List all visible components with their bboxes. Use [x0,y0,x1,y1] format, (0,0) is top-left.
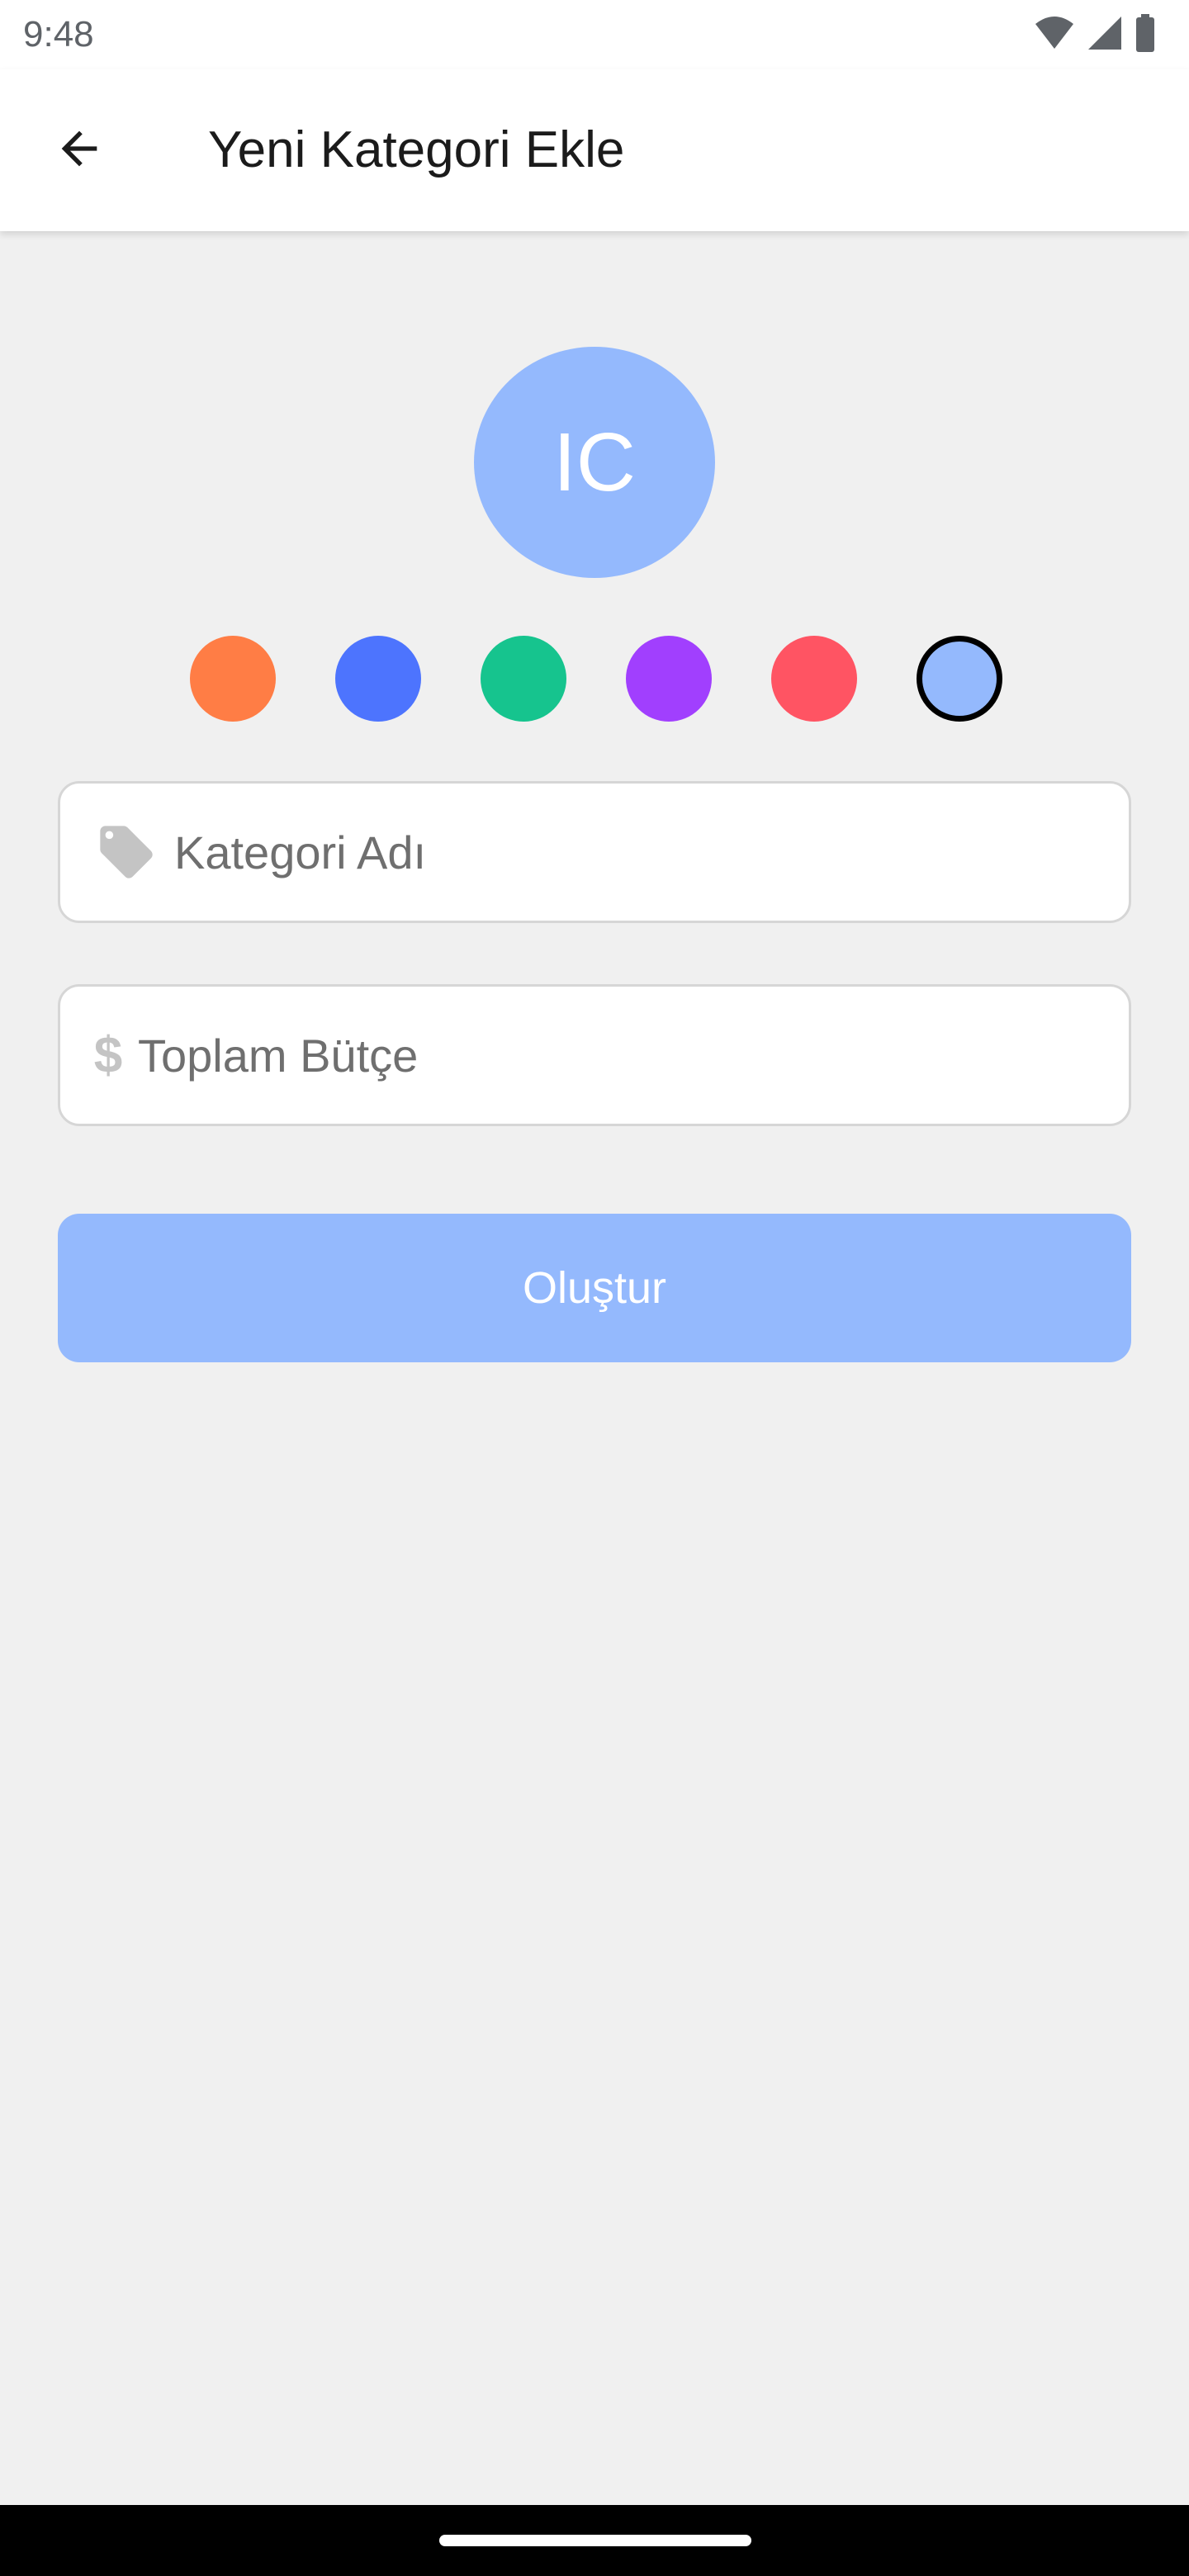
home-gesture-handle[interactable] [439,2535,751,2546]
arrow-back-icon [53,122,106,179]
battery-icon [1135,13,1156,56]
app-bar: Yeni Kategori Ekle [0,69,1189,231]
cellular-signal-icon [1087,15,1123,55]
wifi-icon [1034,16,1075,54]
category-name-field[interactable] [58,781,1131,923]
color-swatch-blue[interactable] [335,636,421,722]
color-swatch-red[interactable] [771,636,857,722]
create-button[interactable]: Oluştur [58,1214,1131,1362]
dollar-icon: $ [93,1026,123,1084]
back-button[interactable] [40,111,119,190]
status-bar: 9:48 [0,0,1189,69]
total-budget-field[interactable]: $ [58,984,1131,1126]
status-time: 9:48 [23,14,94,54]
category-name-input[interactable] [174,784,1129,921]
avatar-initials: IC [553,415,636,509]
color-swatch-orange[interactable] [190,636,276,722]
status-icons [1034,13,1156,56]
color-picker [190,636,1002,723]
category-avatar: IC [474,347,715,578]
color-swatch-green[interactable] [481,636,566,722]
create-button-label: Oluştur [522,1263,667,1313]
tag-icon [93,819,159,885]
color-swatch-light-blue[interactable] [917,636,1002,722]
page-title: Yeni Kategori Ekle [208,121,625,178]
total-budget-input[interactable] [138,987,1129,1124]
color-swatch-purple[interactable] [626,636,712,722]
screen: 9:48 Yeni Kategori Ekle IC Kategori Adı … [0,0,1189,2576]
navigation-bar [0,2505,1189,2576]
